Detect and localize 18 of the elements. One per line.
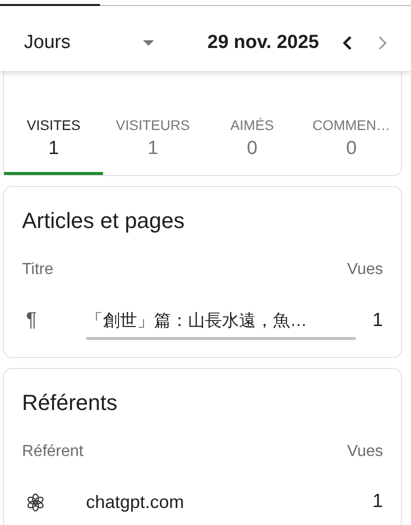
pilcrow-icon: ¶: [22, 309, 37, 332]
caret-icon: [143, 40, 154, 46]
card-title: Articles et pages: [22, 208, 186, 234]
views-count: 1: [371, 310, 383, 332]
row-title[interactable]: 「創世」篇：山長水遠，魚…: [86, 309, 362, 332]
stats-tab[interactable]: AIMÉS 0: [202, 117, 302, 175]
column-header: Référent: [22, 443, 84, 461]
date-label: 29 nov. 2025: [207, 32, 319, 54]
stats-tab[interactable]: VISITES 1: [4, 117, 104, 175]
stats-tab[interactable]: COMMEN… 0: [302, 117, 401, 175]
views-count: 1: [371, 491, 383, 513]
column-header: Vues: [347, 443, 383, 461]
column-header: Titre: [22, 261, 54, 279]
period-dropdown[interactable]: Jours: [24, 32, 154, 54]
card-title: Référents: [22, 390, 118, 416]
row-title[interactable]: chatgpt.com: [86, 492, 362, 512]
stats-tab[interactable]: VISITEURS 1: [103, 117, 202, 175]
column-header: Vues: [347, 261, 383, 279]
